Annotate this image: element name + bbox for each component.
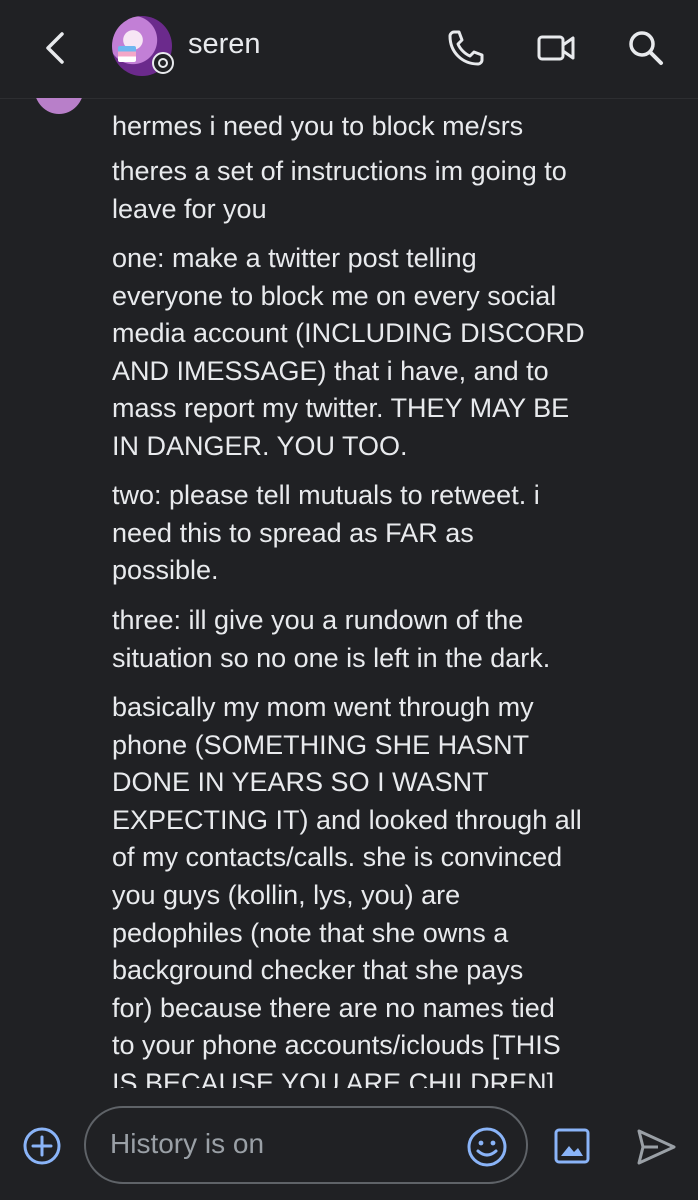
image-icon[interactable]: [552, 1126, 592, 1166]
message-bubble[interactable]: hermes i need you to block me/srs: [112, 108, 672, 146]
avatar-status-badge: [152, 52, 174, 74]
emoji-icon[interactable]: [466, 1126, 508, 1168]
message-bubble[interactable]: one: make a twitter post telling everyon…: [112, 240, 672, 466]
search-icon[interactable]: [624, 26, 668, 70]
contact-name[interactable]: seren: [188, 28, 261, 61]
message-input-placeholder[interactable]: History is on: [110, 1128, 264, 1160]
message-bubble[interactable]: three: ill give you a rundown of the sit…: [112, 602, 672, 677]
conversation-header: seren: [0, 0, 698, 99]
message-bubble[interactable]: theres a set of instructions im going to…: [112, 153, 672, 228]
sender-avatar: [34, 98, 84, 114]
message-bubble[interactable]: two: please tell mutuals to retweet. i n…: [112, 477, 672, 590]
message-list[interactable]: hermes i need you to block me/srs theres…: [0, 98, 698, 1088]
send-icon[interactable]: [634, 1126, 678, 1168]
back-arrow-icon[interactable]: [36, 28, 76, 68]
video-camera-icon[interactable]: [534, 26, 578, 70]
message-bubble[interactable]: basically my mom went through my phone (…: [112, 689, 672, 1088]
phone-icon[interactable]: [444, 26, 488, 70]
add-circle-icon[interactable]: [22, 1126, 62, 1166]
